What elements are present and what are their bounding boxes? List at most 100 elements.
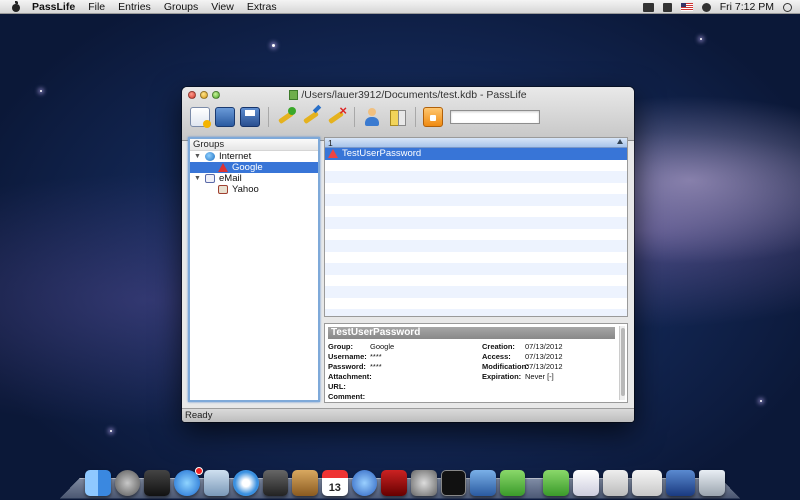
grid-folder-icon[interactable] <box>602 470 629 496</box>
disclosure-triangle-icon[interactable]: ▼ <box>194 175 202 182</box>
menu-file[interactable]: File <box>88 1 105 13</box>
search-input[interactable] <box>450 110 540 124</box>
photo-booth-icon[interactable] <box>381 470 407 496</box>
modification-label: Modification: <box>482 362 529 371</box>
volume-icon[interactable] <box>662 2 672 12</box>
disclosure-triangle-icon[interactable]: ▼ <box>194 153 202 160</box>
system-preferences-icon[interactable] <box>410 470 437 496</box>
creation-value: 07/13/2012 <box>525 342 563 351</box>
menu-extras[interactable]: Extras <box>247 1 277 13</box>
input-flag-icon[interactable] <box>680 3 693 11</box>
tree-item-internet[interactable]: ▼ Internet <box>190 151 318 162</box>
calendar-day: 13 <box>328 482 341 494</box>
safari-icon[interactable] <box>233 470 259 496</box>
terminal-icon[interactable] <box>440 470 467 496</box>
empty-row <box>325 217 627 229</box>
edit-entry-button[interactable] <box>301 107 321 127</box>
itunes-icon[interactable] <box>351 470 378 496</box>
xcode-icon[interactable] <box>470 470 496 496</box>
keyboard-file-icon[interactable] <box>632 470 662 496</box>
document-file-icon[interactable] <box>572 470 599 496</box>
expiration-value: Never [-] <box>525 372 554 381</box>
title-bar: /Users/lauer3912/Documents/test.kdb - Pa… <box>182 87 634 141</box>
entries-column-header[interactable]: 1 <box>325 138 627 148</box>
mail-icon <box>205 174 215 183</box>
menu-app-name[interactable]: PassLife <box>32 1 75 13</box>
screen-file-icon[interactable] <box>665 470 696 496</box>
comment-label: Comment: <box>328 392 366 401</box>
password-label: Password: <box>328 362 366 371</box>
group-label: Group: <box>328 342 353 351</box>
menu-groups[interactable]: Groups <box>164 1 198 13</box>
entry-details: TestUserPassword Group: Google Username:… <box>324 323 628 403</box>
spotlight-icon[interactable] <box>783 2 792 12</box>
facetime-icon[interactable] <box>262 470 289 496</box>
contacts-icon[interactable] <box>292 470 318 496</box>
trash-icon[interactable] <box>699 470 725 496</box>
copy-password-button[interactable] <box>387 107 407 127</box>
entries-list[interactable]: 1 TestUserPassword <box>324 137 628 317</box>
url-label: URL: <box>328 382 346 391</box>
empty-row <box>325 229 627 241</box>
empty-row <box>325 275 627 287</box>
launchpad-icon[interactable] <box>114 470 141 496</box>
warning-icon <box>218 163 228 172</box>
menu-entries[interactable]: Entries <box>118 1 151 13</box>
app-store-icon[interactable] <box>173 467 203 496</box>
menu-extras-right: Fri 7:12 PM <box>642 0 792 14</box>
empty-row <box>325 206 627 218</box>
empty-row <box>325 160 627 172</box>
star <box>760 400 762 402</box>
tree-item-google[interactable]: Google <box>190 162 318 173</box>
passlife-download-icon[interactable] <box>543 470 569 496</box>
notification-badge <box>194 467 203 475</box>
menu-clock[interactable]: Fri 7:12 PM <box>720 1 774 13</box>
entry-title: TestUserPassword <box>342 148 422 160</box>
dashboard-icon[interactable] <box>144 470 170 496</box>
display-icon[interactable] <box>642 2 654 12</box>
calendar-icon[interactable]: 13 <box>322 470 348 496</box>
attachment-label: Attachment: <box>328 372 372 381</box>
finder-icon[interactable] <box>85 470 111 496</box>
warning-icon <box>328 149 338 159</box>
status-bar: Ready <box>182 408 634 422</box>
tree-item-email[interactable]: ▼ eMail <box>190 173 318 184</box>
open-database-button[interactable] <box>215 107 235 127</box>
table-row[interactable]: TestUserPassword <box>325 148 627 160</box>
menu-view[interactable]: View <box>211 1 234 13</box>
modification-value: 07/13/2012 <box>525 362 563 371</box>
groups-tree[interactable]: Groups ▼ Internet Google ▼ eMail Yahoo <box>188 137 320 402</box>
empty-row <box>325 263 627 275</box>
entries-rows: TestUserPassword <box>325 148 627 316</box>
passlife-window: /Users/lauer3912/Documents/test.kdb - Pa… <box>182 87 634 422</box>
time-machine-icon[interactable] <box>701 2 711 12</box>
access-value: 07/13/2012 <box>525 352 563 361</box>
new-database-button[interactable] <box>190 107 211 128</box>
tree-item-label: Internet <box>219 151 252 162</box>
save-database-button[interactable] <box>240 107 260 127</box>
document-icon <box>289 90 299 100</box>
delete-entry-button[interactable] <box>326 103 347 127</box>
lock-workspace-button[interactable] <box>423 107 443 127</box>
menu-bar: PassLife File Entries Groups View Extras… <box>0 0 800 14</box>
apple-icon[interactable] <box>10 0 22 13</box>
copy-username-button[interactable] <box>362 107 382 127</box>
passlife-app-icon[interactable] <box>499 470 526 496</box>
window-title: /Users/lauer3912/Documents/test.kdb - Pa… <box>301 89 527 101</box>
empty-row <box>325 252 627 264</box>
tree-item-label: Google <box>232 162 263 173</box>
mail-app-icon[interactable] <box>203 470 230 496</box>
empty-row <box>325 183 627 195</box>
details-scrollbar[interactable] <box>619 326 625 400</box>
column-header-label: 1 <box>328 138 333 148</box>
tree-item-yahoo[interactable]: Yahoo <box>190 184 318 195</box>
toolbar-separator <box>354 107 355 127</box>
star <box>700 38 702 40</box>
empty-row <box>325 194 627 206</box>
expiration-label: Expiration: <box>482 372 522 381</box>
empty-row <box>325 298 627 310</box>
password-value: **** <box>370 362 382 371</box>
groups-header[interactable]: Groups <box>190 139 318 151</box>
add-entry-button[interactable] <box>276 107 296 127</box>
empty-row <box>325 286 627 298</box>
